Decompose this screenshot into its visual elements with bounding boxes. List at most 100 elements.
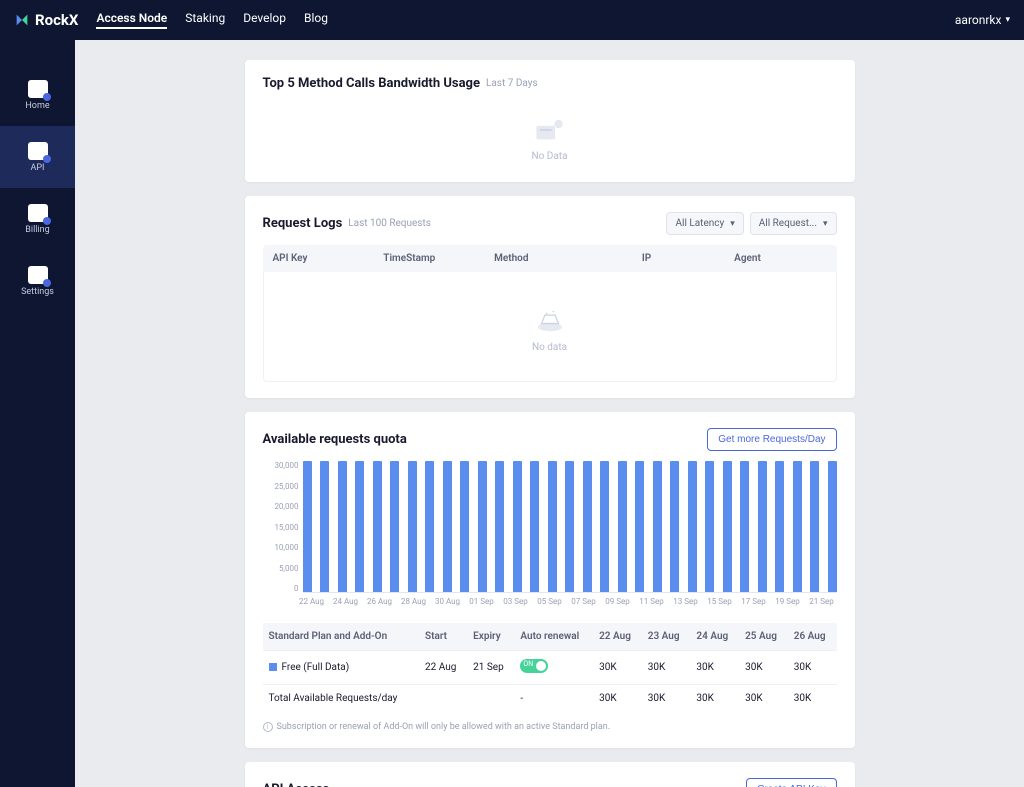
empty-icon <box>533 306 567 336</box>
api-title: API Access <box>263 782 330 787</box>
chart-bar <box>758 461 767 592</box>
sidebar-item-billing[interactable]: Billing <box>0 188 75 250</box>
col-agent: Agent <box>734 253 826 264</box>
col-api-key: API Key <box>273 253 384 264</box>
chart-bar <box>443 461 452 592</box>
chart-bar <box>775 461 784 592</box>
quota-title: Available requests quota <box>263 432 407 447</box>
latency-filter[interactable]: All Latency ▾ <box>666 212 743 235</box>
x-axis: 22 Aug24 Aug26 Aug28 Aug30 Aug01 Sep03 S… <box>303 597 837 611</box>
user-menu[interactable]: aaronrkx ▾ <box>955 13 1010 27</box>
nav-staking[interactable]: Staking <box>185 11 225 29</box>
top5-empty: No Data <box>263 101 837 166</box>
top5-card: Top 5 Method Calls Bandwidth Usage Last … <box>245 60 855 182</box>
chart-bar <box>548 461 557 592</box>
chart-bar <box>670 461 679 592</box>
api-access-card: API Access Create API Key Key Name Origi… <box>245 762 855 787</box>
auto-renewal-toggle[interactable]: ON <box>520 659 548 673</box>
chart-bar <box>408 461 417 592</box>
sidebar-item-api[interactable]: API <box>0 126 75 188</box>
sidebar-item-label: Billing <box>25 225 49 235</box>
chart-bar <box>495 461 504 592</box>
chart-bar <box>530 461 539 592</box>
gear-icon <box>28 266 48 284</box>
sidebar-item-label: Settings <box>21 287 54 297</box>
nav-blog[interactable]: Blog <box>304 11 328 29</box>
chart-bar <box>653 461 662 592</box>
plan-name: Free (Full Data) <box>282 662 350 673</box>
logs-table-header: API Key TimeStamp Method IP Agent <box>263 245 837 272</box>
sidebar-item-settings[interactable]: Settings <box>0 250 75 312</box>
col-ip: IP <box>642 253 734 264</box>
chart-plot <box>303 461 837 593</box>
logs-empty: No data <box>264 292 836 357</box>
quota-note: i Subscription or renewal of Add-On will… <box>263 722 837 732</box>
brand-logo[interactable]: RockX <box>14 11 78 29</box>
chart-bar <box>320 461 329 592</box>
chart-bar <box>355 461 364 592</box>
nav-develop[interactable]: Develop <box>243 11 286 29</box>
logs-subtitle: Last 100 Requests <box>348 218 431 229</box>
chart-bar <box>635 461 644 592</box>
chart-bar <box>373 461 382 592</box>
plan-table: Standard Plan and Add-OnStartExpiryAuto … <box>263 623 837 712</box>
chevron-down-icon: ▾ <box>730 219 735 229</box>
quota-chart: 30,00025,00020,00015,00010,0005,0000 22 … <box>263 461 837 611</box>
chevron-down-icon: ▾ <box>823 219 828 229</box>
nav-links: Access Node Staking Develop Blog <box>96 11 328 29</box>
logs-card: Request Logs Last 100 Requests All Laten… <box>245 196 855 398</box>
chart-bar <box>723 461 732 592</box>
home-icon <box>28 80 48 98</box>
logs-title: Request Logs <box>263 216 343 231</box>
create-api-key-button[interactable]: Create API Key <box>746 778 836 787</box>
table-row: Free (Full Data) 22 Aug 21 Sep ON 30K 30… <box>263 651 837 685</box>
chart-bar <box>460 461 469 592</box>
request-filter-label: All Request... <box>759 218 817 229</box>
chart-bar <box>740 461 749 592</box>
main-scroll[interactable]: Top 5 Method Calls Bandwidth Usage Last … <box>75 40 1024 787</box>
chart-bar <box>303 461 312 592</box>
col-timestamp: TimeStamp <box>383 253 494 264</box>
billing-icon <box>28 204 48 222</box>
table-row: Total Available Requests/day - 30K 30K 3… <box>263 685 837 713</box>
request-filter[interactable]: All Request... ▾ <box>750 212 837 235</box>
chart-bar <box>810 461 819 592</box>
sidebar: Home API Billing Settings <box>0 40 75 787</box>
plan-expiry: 21 Sep <box>467 651 514 685</box>
empty-icon <box>533 115 567 145</box>
chart-bar <box>583 461 592 592</box>
quota-card: Available requests quota Get more Reques… <box>245 412 855 748</box>
chart-bar <box>425 461 434 592</box>
empty-label: No data <box>532 342 567 353</box>
chart-bar <box>688 461 697 592</box>
chart-bar <box>390 461 399 592</box>
logo-icon <box>14 12 30 28</box>
brand-name: RockX <box>35 11 78 29</box>
sidebar-item-label: API <box>31 163 45 173</box>
api-icon <box>28 142 48 160</box>
top5-title: Top 5 Method Calls Bandwidth Usage <box>263 76 480 91</box>
sidebar-item-home[interactable]: Home <box>0 64 75 126</box>
chevron-down-icon: ▾ <box>1005 15 1010 25</box>
latency-filter-label: All Latency <box>675 218 724 229</box>
chart-bar <box>478 461 487 592</box>
chart-bar <box>618 461 627 592</box>
get-more-button[interactable]: Get more Requests/Day <box>707 428 836 451</box>
plan-start: 22 Aug <box>419 651 467 685</box>
empty-label: No Data <box>531 151 567 162</box>
legend-square <box>269 663 277 671</box>
y-axis: 30,00025,00020,00015,00010,0005,0000 <box>263 461 299 593</box>
chart-bar <box>513 461 522 592</box>
user-name: aaronrkx <box>955 13 1002 27</box>
col-method: Method <box>494 253 642 264</box>
sidebar-item-label: Home <box>25 101 49 111</box>
total-label: Total Available Requests/day <box>263 685 420 713</box>
nav-access-node[interactable]: Access Node <box>96 11 167 29</box>
chart-bar <box>565 461 574 592</box>
info-icon: i <box>263 722 273 732</box>
chart-bar <box>705 461 714 592</box>
chart-bar <box>793 461 802 592</box>
chart-bar <box>338 461 347 592</box>
chart-bar <box>828 461 837 592</box>
topbar: RockX Access Node Staking Develop Blog a… <box>0 0 1024 40</box>
